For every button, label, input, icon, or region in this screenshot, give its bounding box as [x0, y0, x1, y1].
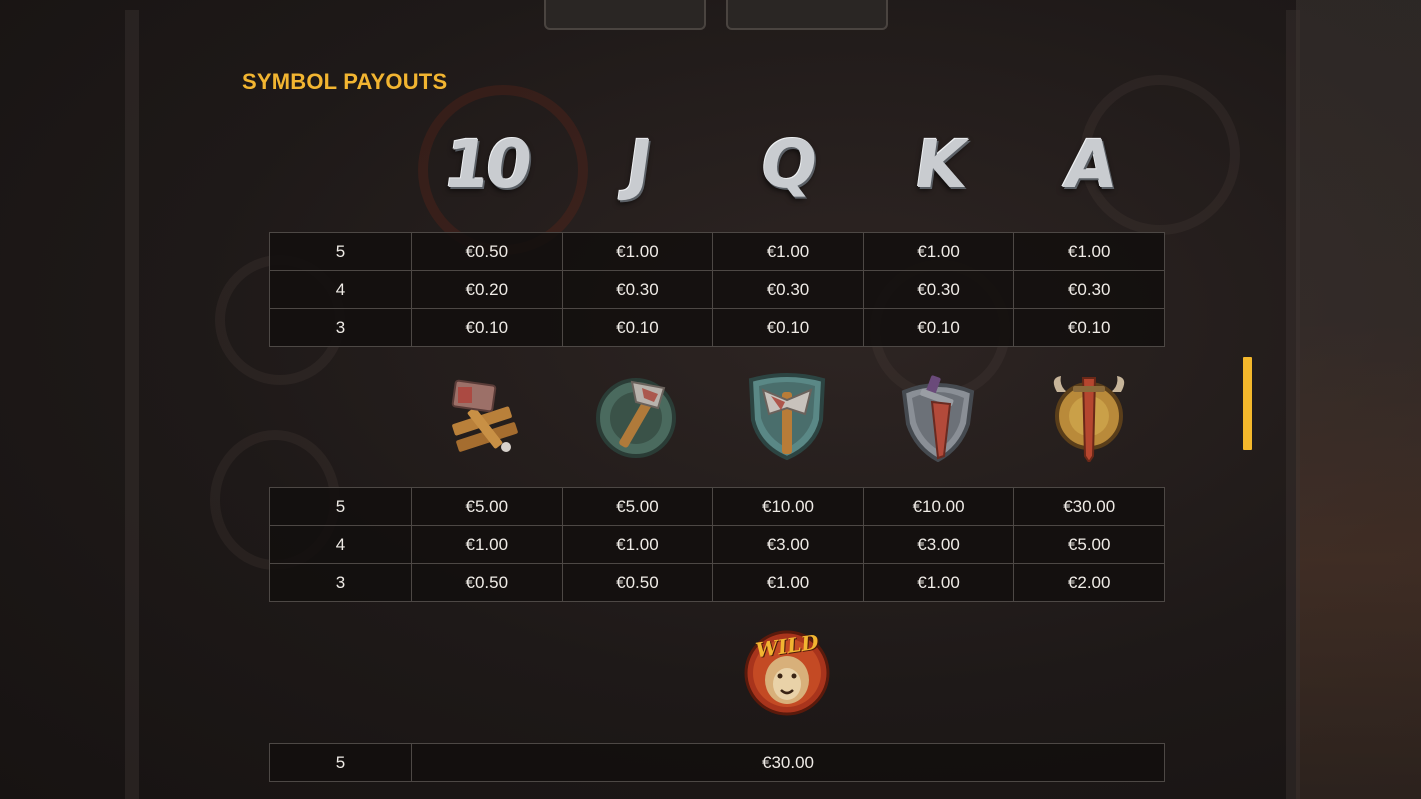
payout-cell: €0.50	[411, 563, 563, 602]
horned-shield-sword-icon	[1013, 372, 1164, 462]
axe-shield-icon	[712, 372, 863, 462]
low-symbol-row: 10 J Q K A	[411, 122, 1164, 206]
wild-payout-table: 5 €30.00	[269, 743, 1165, 782]
payout-cell: €10.00	[712, 487, 864, 526]
page-title: SYMBOL PAYOUTS	[242, 69, 448, 94]
payout-cell: €10.00	[862, 487, 1015, 526]
paytable-panel: SYMBOL PAYOUTS 10 J Q K A 5 €0.50 €1.00 …	[0, 0, 1421, 799]
payout-cell: €5.00	[411, 487, 563, 526]
payout-cell: €5.00	[561, 487, 714, 526]
table-row: 5 €5.00 €5.00 €10.00 €10.00 €30.00	[269, 487, 1165, 526]
table-row: 3 €0.50 €0.50 €1.00 €1.00 €2.00	[269, 563, 1165, 602]
count-cell: 5	[269, 232, 412, 271]
payout-cell: €0.50	[411, 232, 563, 271]
ten-card-icon: 10	[438, 125, 534, 203]
king-card-icon: K	[909, 125, 968, 203]
count-cell: 5	[269, 743, 412, 782]
count-cell: 4	[269, 525, 412, 564]
payout-cell: €1.00	[712, 232, 864, 271]
table-row: 5 €0.50 €1.00 €1.00 €1.00 €1.00	[269, 232, 1165, 271]
payout-cell: €1.00	[561, 232, 714, 271]
payout-cell: €0.10	[411, 308, 563, 347]
payout-cell: €5.00	[1013, 525, 1165, 564]
high-symbol-row	[411, 372, 1164, 462]
payout-cell: €0.10	[561, 308, 714, 347]
count-cell: 3	[269, 563, 412, 602]
count-cell: 5	[269, 487, 412, 526]
payout-cell: €1.00	[862, 563, 1015, 602]
payout-cell: €0.10	[712, 308, 864, 347]
table-row: 4 €1.00 €1.00 €3.00 €3.00 €5.00	[269, 525, 1165, 564]
payout-cell: €0.10	[862, 308, 1015, 347]
count-cell: 3	[269, 308, 412, 347]
payout-cell: €0.30	[1013, 270, 1165, 309]
ace-card-icon: A	[1059, 125, 1118, 203]
payout-cell: €1.00	[712, 563, 864, 602]
payout-cell: €30.00	[411, 743, 1165, 782]
payout-cell: €0.50	[561, 563, 714, 602]
high-payout-table: 5 €5.00 €5.00 €10.00 €10.00 €30.00 4 €1.…	[269, 487, 1165, 602]
dagger-shield-icon	[863, 372, 1014, 462]
payout-cell: €0.30	[561, 270, 714, 309]
payout-cell: €1.00	[862, 232, 1015, 271]
payout-cell: €3.00	[862, 525, 1015, 564]
axe-round-shield-icon	[562, 372, 713, 462]
payout-cell: €0.30	[712, 270, 864, 309]
table-row: 4 €0.20 €0.30 €0.30 €0.30 €0.30	[269, 270, 1165, 309]
payout-cell: €30.00	[1013, 487, 1165, 526]
payout-cell: €3.00	[712, 525, 864, 564]
table-row: 5 €30.00	[269, 743, 1165, 782]
low-payout-table: 5 €0.50 €1.00 €1.00 €1.00 €1.00 4 €0.20 …	[269, 232, 1165, 347]
payout-cell: €0.10	[1013, 308, 1165, 347]
hammer-planks-icon	[411, 372, 562, 462]
table-row: 3 €0.10 €0.10 €0.10 €0.10 €0.10	[269, 308, 1165, 347]
scrollbar-thumb[interactable]	[1243, 357, 1252, 450]
wild-lion-icon: WILD	[744, 630, 830, 716]
count-cell: 4	[269, 270, 412, 309]
payout-cell: €1.00	[561, 525, 714, 564]
jack-card-icon: J	[621, 125, 653, 203]
payout-cell: €1.00	[1013, 232, 1165, 271]
payout-cell: €2.00	[1013, 563, 1165, 602]
queen-card-icon: Q	[756, 125, 819, 203]
payout-cell: €1.00	[411, 525, 563, 564]
payout-cell: €0.20	[411, 270, 563, 309]
payout-cell: €0.30	[862, 270, 1015, 309]
